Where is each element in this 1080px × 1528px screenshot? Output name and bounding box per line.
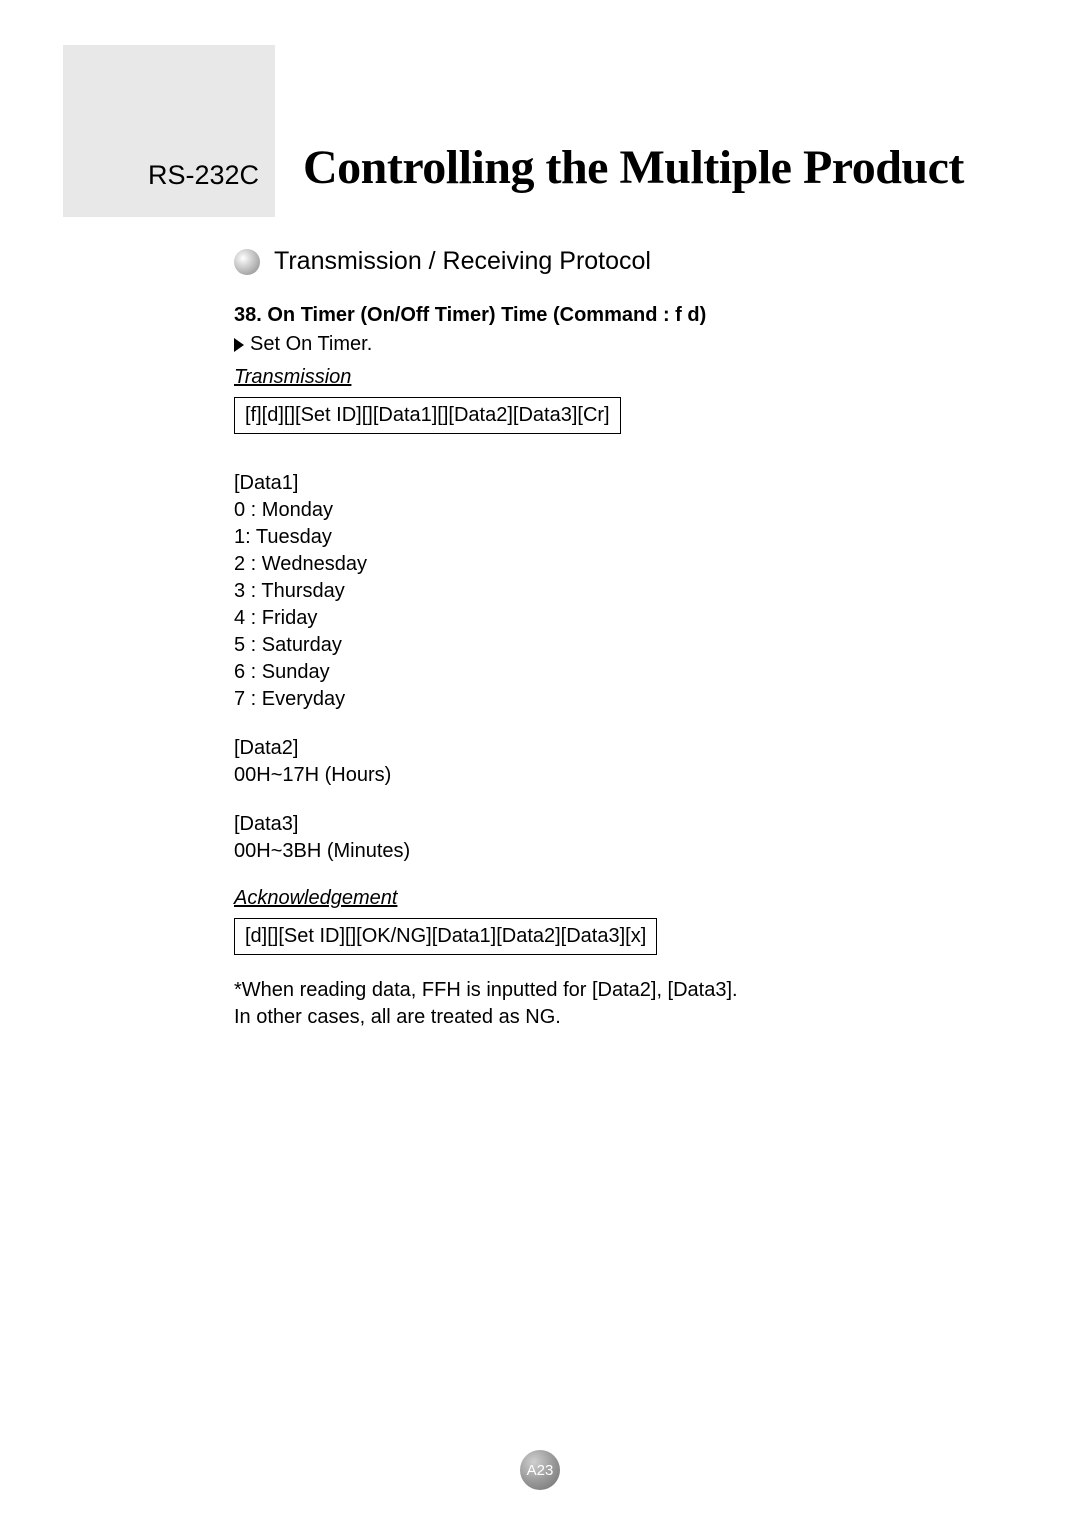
command-description: Set On Timer. bbox=[250, 333, 372, 356]
data3-label: [Data3] bbox=[234, 811, 980, 838]
command-heading: 38. On Timer (On/Off Timer) Time (Comman… bbox=[234, 304, 980, 327]
data1-label: [Data1] bbox=[234, 470, 980, 497]
section-title: Transmission / Receiving Protocol bbox=[274, 247, 651, 276]
transmission-code-box: [f][d][][Set ID][][Data1][][Data2][Data3… bbox=[234, 397, 621, 434]
data3-value: 00H~3BH (Minutes) bbox=[234, 838, 980, 865]
page-title: Controlling the Multiple Product bbox=[303, 140, 964, 217]
data1-item: 6 : Sunday bbox=[234, 659, 980, 686]
page-container: RS-232C Controlling the Multiple Product… bbox=[0, 0, 1080, 1528]
data1-item: 4 : Friday bbox=[234, 605, 980, 632]
data1-item: 2 : Wednesday bbox=[234, 551, 980, 578]
data1-item: 3 : Thursday bbox=[234, 578, 980, 605]
data2-label: [Data2] bbox=[234, 735, 980, 762]
data1-item: 1: Tuesday bbox=[234, 524, 980, 551]
page-number-badge: A23 bbox=[520, 1450, 560, 1490]
data1-block: [Data1] 0 : Monday 1: Tuesday 2 : Wednes… bbox=[234, 470, 980, 713]
header-band: RS-232C Controlling the Multiple Product bbox=[63, 45, 1080, 217]
transmission-label: Transmission bbox=[234, 366, 980, 389]
section-header: Transmission / Receiving Protocol bbox=[234, 247, 980, 276]
page-number: A23 bbox=[527, 1462, 554, 1479]
note-block: *When reading data, FFH is inputted for … bbox=[234, 977, 980, 1031]
header-prefix: RS-232C bbox=[148, 160, 259, 191]
data2-value: 00H~17H (Hours) bbox=[234, 762, 980, 789]
data1-item: 5 : Saturday bbox=[234, 632, 980, 659]
bullet-sphere-icon bbox=[234, 249, 260, 275]
note-line: *When reading data, FFH is inputted for … bbox=[234, 977, 980, 1004]
data2-block: [Data2] 00H~17H (Hours) bbox=[234, 735, 980, 789]
note-line: In other cases, all are treated as NG. bbox=[234, 1004, 980, 1031]
data1-item: 7 : Everyday bbox=[234, 686, 980, 713]
content-area: Transmission / Receiving Protocol 38. On… bbox=[234, 247, 980, 1031]
data1-item: 0 : Monday bbox=[234, 497, 980, 524]
header-grey-box: RS-232C bbox=[63, 45, 275, 217]
acknowledgement-code-box: [d][][Set ID][][OK/NG][Data1][Data2][Dat… bbox=[234, 918, 657, 955]
data3-block: [Data3] 00H~3BH (Minutes) bbox=[234, 811, 980, 865]
acknowledgement-label: Acknowledgement bbox=[234, 887, 980, 910]
command-description-row: Set On Timer. bbox=[234, 333, 980, 356]
triangle-right-icon bbox=[234, 338, 244, 352]
